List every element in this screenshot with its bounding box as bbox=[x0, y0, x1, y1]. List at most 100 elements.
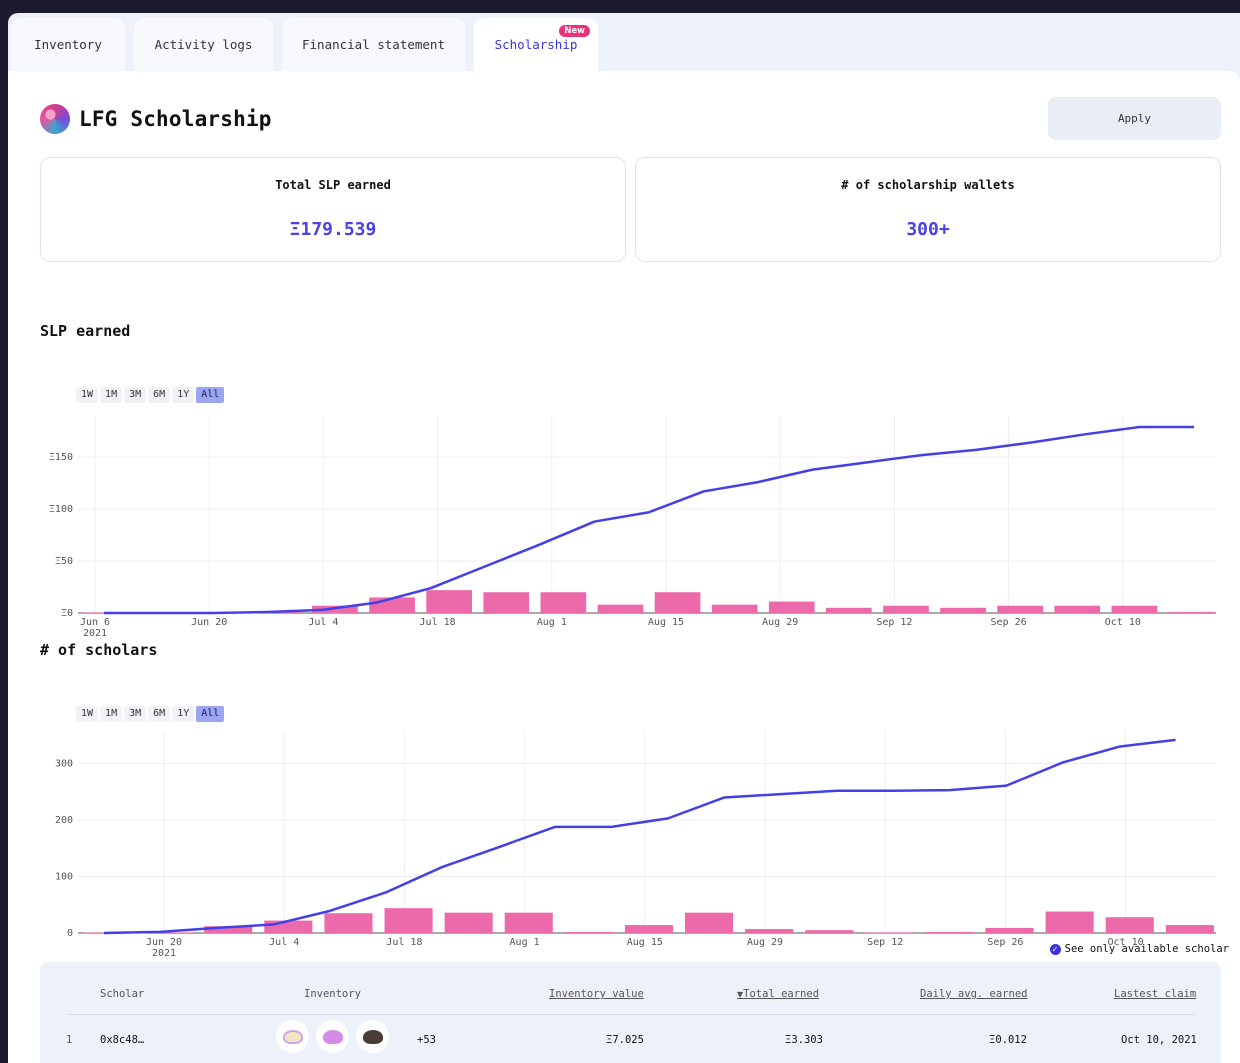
stat-value: 300+ bbox=[906, 219, 950, 240]
bar bbox=[384, 908, 433, 933]
tab-label: Financial statement bbox=[302, 37, 445, 52]
header-inventory-value[interactable]: Inventory value bbox=[549, 988, 644, 1000]
tab-bar: Inventory Activity logs Financial statem… bbox=[8, 13, 1240, 71]
range-1w-button[interactable]: 1W bbox=[76, 706, 99, 722]
tab-scholarship[interactable]: Scholarship New bbox=[474, 18, 598, 71]
range-selector: 1W 1M 3M 6M 1Y All bbox=[76, 387, 225, 403]
y-tick-label: 300 bbox=[55, 759, 73, 770]
tab-activity-logs[interactable]: Activity logs bbox=[134, 18, 273, 71]
header-daily-avg[interactable]: Daily avg. earned bbox=[920, 988, 1027, 1000]
range-1y-button[interactable]: 1Y bbox=[172, 387, 195, 403]
range-3m-button[interactable]: 3M bbox=[124, 387, 147, 403]
header-total-earned[interactable]: ▼Total earned bbox=[737, 988, 819, 1000]
range-6m-button[interactable]: 6M bbox=[148, 706, 171, 722]
tab-inventory[interactable]: Inventory bbox=[11, 18, 125, 71]
x-tick-label: Sep 26 bbox=[991, 617, 1027, 628]
last-claim: Oct 10, 2021 bbox=[1121, 1034, 1197, 1046]
range-6m-button[interactable]: 6M bbox=[148, 387, 171, 403]
row-index: 1 bbox=[66, 1034, 73, 1046]
cumulative-line bbox=[103, 738, 1176, 935]
tab-label: Inventory bbox=[34, 37, 102, 52]
header-label: Total earned bbox=[743, 988, 820, 1000]
bar bbox=[1054, 605, 1101, 613]
check-icon: ✓ bbox=[1049, 943, 1061, 955]
x-tick-label: Aug 1 bbox=[537, 617, 567, 628]
page-header: LFG Scholarship bbox=[40, 104, 272, 134]
inventory-value: Ξ7.025 bbox=[606, 1034, 644, 1046]
bar bbox=[1045, 911, 1094, 933]
total-earned: Ξ3.303 bbox=[785, 1034, 823, 1046]
x-tick-label: Sep 12 bbox=[867, 937, 903, 948]
divider bbox=[66, 1014, 1195, 1015]
chart-title: SLP earned bbox=[40, 322, 131, 340]
new-badge: New bbox=[559, 25, 590, 37]
bar bbox=[564, 932, 613, 933]
bar bbox=[426, 590, 472, 613]
y-tick-label: 200 bbox=[55, 815, 73, 826]
bar bbox=[997, 605, 1043, 613]
range-3m-button[interactable]: 3M bbox=[124, 706, 147, 722]
range-all-button[interactable]: All bbox=[196, 706, 225, 722]
scholarship-panel: LFG Scholarship Apply Total SLP earned Ξ… bbox=[8, 71, 1240, 1063]
range-all-button[interactable]: All bbox=[196, 387, 225, 403]
bar bbox=[1165, 925, 1214, 933]
stat-card-total-slp: Total SLP earned Ξ179.539 bbox=[40, 157, 626, 262]
bar bbox=[504, 912, 553, 933]
bar bbox=[745, 929, 794, 933]
x-tick-label: Jul 4 bbox=[269, 937, 299, 948]
available-scholar-filter[interactable]: ✓ See only available scholar bbox=[1049, 943, 1229, 955]
x-tick-label: Jul 18 bbox=[420, 617, 456, 628]
axie-avatar[interactable] bbox=[356, 1020, 389, 1053]
x-tick-label: Jun 6 bbox=[80, 617, 110, 628]
tab-label: Scholarship bbox=[494, 37, 578, 52]
y-tick-label: 0 bbox=[67, 928, 73, 939]
range-1w-button[interactable]: 1W bbox=[76, 387, 99, 403]
bar bbox=[1168, 611, 1215, 613]
apply-button[interactable]: Apply bbox=[1048, 97, 1221, 140]
bar bbox=[768, 601, 815, 613]
bar bbox=[925, 932, 974, 933]
range-1m-button[interactable]: 1M bbox=[100, 387, 123, 403]
x-tick-label: Jul 4 bbox=[308, 617, 338, 628]
axie-avatar[interactable] bbox=[316, 1020, 349, 1053]
x-tick-label: Sep 12 bbox=[876, 617, 912, 628]
x-tick-sublabel: 2021 bbox=[83, 628, 107, 639]
bar bbox=[324, 913, 373, 933]
x-tick-label: Sep 26 bbox=[987, 937, 1023, 948]
bar bbox=[685, 912, 734, 933]
bar bbox=[711, 604, 758, 613]
x-tick-label: Aug 29 bbox=[762, 617, 798, 628]
more-axies-count: +53 bbox=[417, 1034, 436, 1046]
tab-label: Activity logs bbox=[154, 37, 253, 52]
header-scholar: Scholar bbox=[100, 988, 145, 1000]
y-tick-label: Ξ0 bbox=[61, 608, 73, 619]
y-tick-label: Ξ50 bbox=[55, 556, 73, 567]
range-selector: 1W 1M 3M 6M 1Y All bbox=[76, 706, 225, 722]
tab-financial-statement[interactable]: Financial statement bbox=[282, 18, 465, 71]
range-1m-button[interactable]: 1M bbox=[100, 706, 123, 722]
x-tick-label: Oct 10 bbox=[1105, 617, 1141, 628]
x-tick-sublabel: 2021 bbox=[152, 948, 176, 959]
x-tick-label: Aug 15 bbox=[648, 617, 684, 628]
range-1y-button[interactable]: 1Y bbox=[172, 706, 195, 722]
bar bbox=[654, 592, 701, 613]
bar bbox=[805, 930, 854, 933]
y-tick-label: 100 bbox=[55, 872, 73, 883]
bar bbox=[624, 925, 673, 933]
header-last-claim[interactable]: Lastest claim bbox=[1114, 988, 1196, 1000]
axie-avatar[interactable] bbox=[276, 1020, 309, 1053]
header-inventory: Inventory bbox=[304, 988, 361, 1000]
guild-logo bbox=[40, 104, 70, 134]
scholars-chart: 0 100 200 300 Jun 202021 Jul 4 Jul 18 Aug 1 Aug … bbox=[55, 731, 1216, 959]
filter-label: See only available scholar bbox=[1064, 943, 1229, 955]
x-tick-label: Aug 15 bbox=[627, 937, 663, 948]
x-tick-label: Aug 29 bbox=[747, 937, 783, 948]
bar bbox=[540, 592, 587, 613]
app-frame: Inventory Activity logs Financial statem… bbox=[8, 13, 1240, 1063]
bar bbox=[264, 920, 313, 933]
scholar-address[interactable]: 0x8c48… bbox=[100, 1034, 144, 1046]
y-tick-label: Ξ100 bbox=[49, 504, 73, 515]
stat-card-wallets: # of scholarship wallets 300+ bbox=[635, 157, 1221, 262]
bar bbox=[1111, 605, 1158, 613]
stat-label: # of scholarship wallets bbox=[841, 178, 1015, 192]
